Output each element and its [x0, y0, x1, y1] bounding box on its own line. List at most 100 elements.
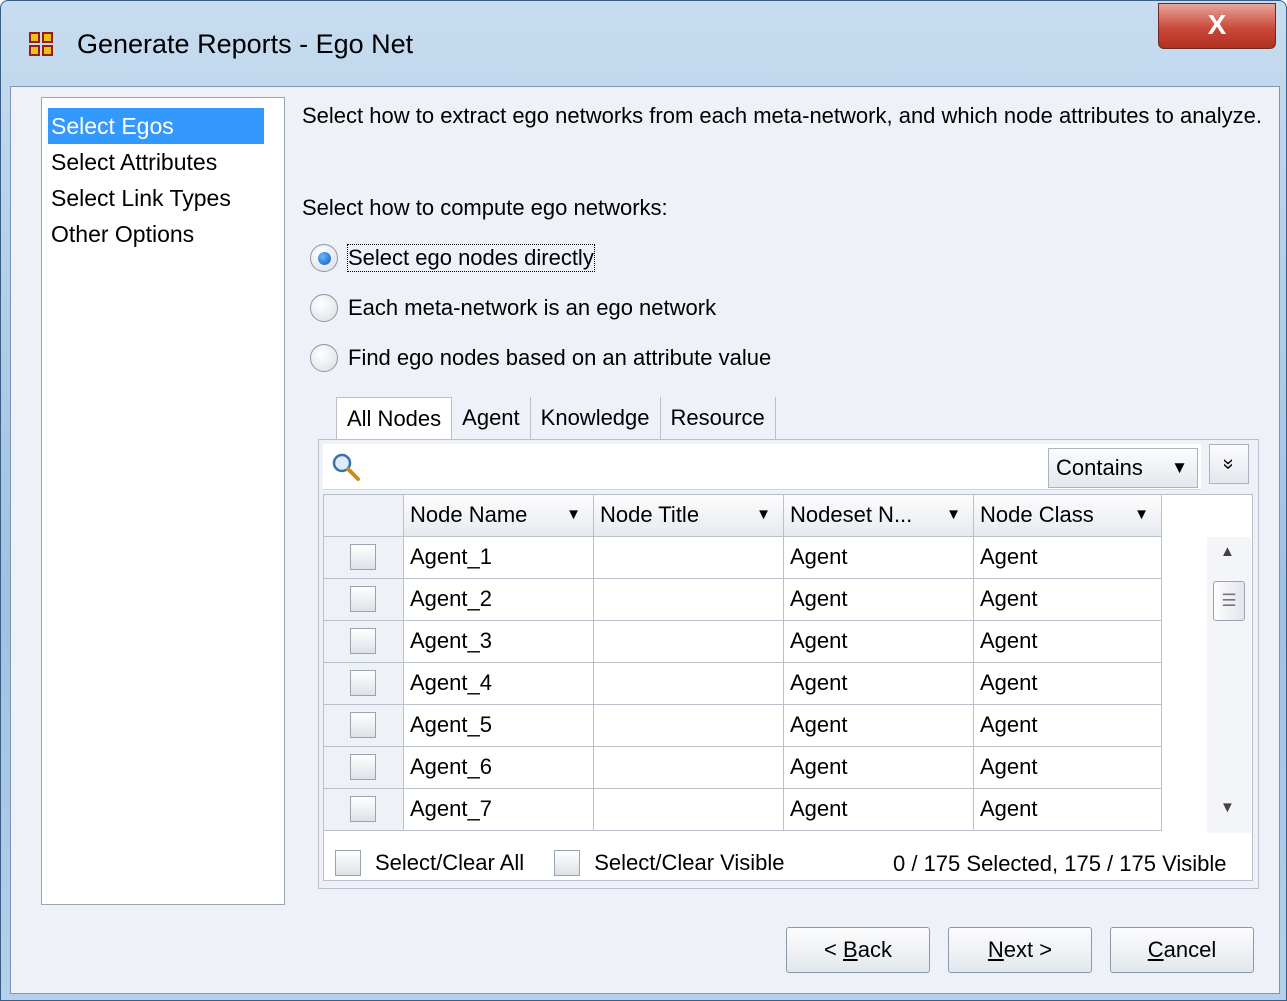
node-name-cell: Agent_4: [404, 663, 594, 705]
node-title-cell: [594, 747, 784, 789]
row-checkbox[interactable]: [350, 586, 376, 612]
radio-find-by-attribute[interactable]: Find ego nodes based on an attribute val…: [310, 341, 771, 375]
table-row[interactable]: Agent_4 Agent Agent: [324, 663, 1162, 705]
select-all-label: Select/Clear All: [375, 850, 525, 875]
search-input[interactable]: Contains ▼: [323, 444, 1201, 490]
node-class-cell: Agent: [974, 747, 1162, 789]
row-checkbox-cell: [324, 705, 404, 747]
sort-arrow-icon: ▼: [756, 506, 771, 523]
node-title-cell: [594, 663, 784, 705]
scrollbar-thumb[interactable]: ☰: [1213, 581, 1245, 621]
next-button-mnemonic: N: [987, 937, 1004, 962]
back-button-prefix: <: [824, 937, 844, 962]
tab-all-nodes[interactable]: All Nodes: [336, 397, 453, 441]
node-name-cell: Agent_3: [404, 621, 594, 663]
row-checkbox[interactable]: [350, 628, 376, 654]
node-class-cell: Agent: [974, 705, 1162, 747]
select-clear-all[interactable]: Select/Clear All: [335, 850, 524, 876]
scroll-up-icon[interactable]: ▲: [1220, 543, 1235, 560]
checkbox-column-header: [324, 495, 404, 537]
nodeset-cell: Agent: [784, 579, 974, 621]
select-clear-visible[interactable]: Select/Clear Visible: [554, 850, 785, 876]
window-title: Generate Reports - Ego Net: [77, 29, 414, 59]
table-scrollbar[interactable]: ▲ ☰ ▼: [1207, 537, 1251, 833]
radio-each-meta-network[interactable]: Each meta-network is an ego network: [310, 291, 716, 325]
close-button[interactable]: X: [1158, 3, 1276, 49]
row-checkbox[interactable]: [350, 754, 376, 780]
nav-item-select-egos[interactable]: Select Egos: [48, 108, 264, 144]
column-header-node-title[interactable]: Node Title ▼: [594, 495, 784, 537]
row-checkbox[interactable]: [350, 712, 376, 738]
cancel-button[interactable]: Cancel: [1110, 927, 1254, 973]
sort-arrow-icon: ▼: [566, 506, 581, 523]
table-row[interactable]: Agent_5 Agent Agent: [324, 705, 1162, 747]
select-all-checkbox[interactable]: [335, 850, 361, 876]
back-button-rest: ack: [857, 937, 892, 962]
app-logo-icon: [29, 32, 53, 56]
next-button[interactable]: Next >: [948, 927, 1092, 973]
column-header-label: Node Class: [980, 502, 1094, 527]
radio-checked-icon[interactable]: [310, 244, 338, 272]
table-row[interactable]: Agent_1 Agent Agent: [324, 537, 1162, 579]
nodeset-cell: Agent: [784, 705, 974, 747]
back-button-mnemonic: B: [843, 937, 858, 962]
scroll-down-icon[interactable]: ▼: [1220, 799, 1235, 816]
back-button[interactable]: < Back: [786, 927, 930, 973]
nav-item-select-link-types[interactable]: Select Link Types: [48, 180, 231, 216]
row-checkbox[interactable]: [350, 544, 376, 570]
node-name-cell: Agent_5: [404, 705, 594, 747]
expand-options-button[interactable]: »: [1209, 444, 1249, 484]
node-table-grid: Node Name ▼ Node Title ▼ Nodeset N... ▼ Nod…: [324, 495, 1162, 831]
sort-arrow-icon: ▼: [1134, 506, 1149, 523]
tab-knowledge[interactable]: Knowledge: [531, 397, 661, 441]
table-row[interactable]: Agent_2 Agent Agent: [324, 579, 1162, 621]
node-title-cell: [594, 537, 784, 579]
cancel-button-mnemonic: C: [1147, 937, 1164, 962]
radio-label: Select ego nodes directly: [347, 244, 595, 272]
dialog-content: Select Egos Select Attributes Select Lin…: [10, 86, 1280, 994]
row-checkbox-cell: [324, 663, 404, 705]
table-header: Node Name ▼ Node Title ▼ Nodeset N... ▼ Nod…: [324, 495, 1162, 537]
row-checkbox-cell: [324, 789, 404, 831]
tab-resource[interactable]: Resource: [661, 397, 776, 441]
chevron-down-icon: ▼: [1171, 458, 1188, 477]
table-row[interactable]: Agent_6 Agent Agent: [324, 747, 1162, 789]
search-icon: [332, 453, 360, 481]
nav-item-other-options[interactable]: Other Options: [48, 216, 194, 252]
next-button-rest: ext >: [1003, 937, 1053, 962]
match-mode-dropdown[interactable]: Contains ▼: [1048, 448, 1198, 488]
match-mode-value: Contains: [1056, 455, 1143, 480]
radio-unchecked-icon[interactable]: [310, 344, 338, 372]
dialog-window: Generate Reports - Ego Net X Select Egos…: [0, 0, 1287, 1001]
row-checkbox[interactable]: [350, 670, 376, 696]
radio-unchecked-icon[interactable]: [310, 294, 338, 322]
node-class-cell: Agent: [974, 537, 1162, 579]
cancel-button-rest: ancel: [1163, 937, 1217, 962]
radio-select-ego-nodes[interactable]: Select ego nodes directly: [310, 241, 595, 275]
tab-agent[interactable]: Agent: [452, 397, 531, 441]
column-header-nodeset-name[interactable]: Nodeset N... ▼: [784, 495, 974, 537]
nodeset-cell: Agent: [784, 663, 974, 705]
row-checkbox-cell: [324, 747, 404, 789]
wizard-nav-list[interactable]: Select Egos Select Attributes Select Lin…: [41, 97, 285, 905]
page-description: Select how to extract ego networks from …: [302, 103, 1262, 128]
title-bar[interactable]: Generate Reports - Ego Net X: [1, 1, 1286, 87]
node-name-cell: Agent_1: [404, 537, 594, 579]
column-header-node-name[interactable]: Node Name ▼: [404, 495, 594, 537]
node-selection-panel: Contains ▼ » Node Name ▼ Node Title ▼ Node…: [318, 439, 1259, 889]
row-checkbox-cell: [324, 621, 404, 663]
nav-item-select-attributes[interactable]: Select Attributes: [48, 144, 217, 180]
node-table: Node Name ▼ Node Title ▼ Nodeset N... ▼ Nod…: [323, 494, 1253, 881]
node-class-cell: Agent: [974, 663, 1162, 705]
selection-status: 0 / 175 Selected, 175 / 175 Visible: [893, 851, 1227, 876]
row-checkbox-cell: [324, 579, 404, 621]
row-checkbox[interactable]: [350, 796, 376, 822]
nodeset-cell: Agent: [784, 537, 974, 579]
node-title-cell: [594, 579, 784, 621]
table-row[interactable]: Agent_3 Agent Agent: [324, 621, 1162, 663]
node-name-cell: Agent_6: [404, 747, 594, 789]
column-header-node-class[interactable]: Node Class ▼: [974, 495, 1162, 537]
select-visible-checkbox[interactable]: [554, 850, 581, 876]
table-row[interactable]: Agent_7 Agent Agent: [324, 789, 1162, 831]
node-title-cell: [594, 789, 784, 831]
